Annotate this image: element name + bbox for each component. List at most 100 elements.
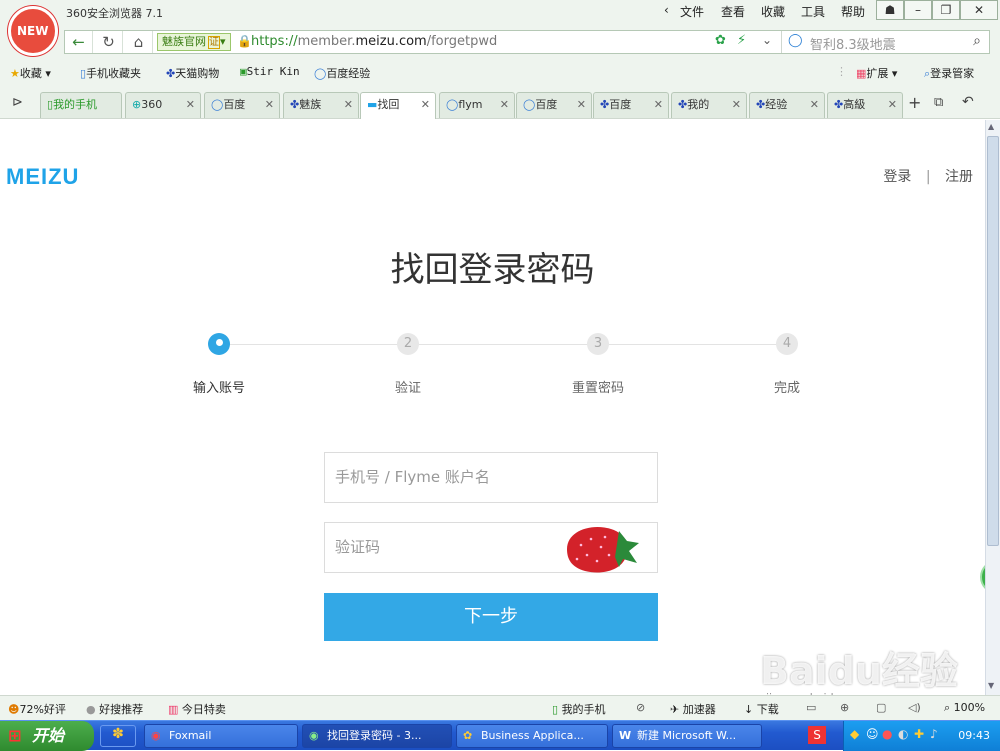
bookmark-baidu-jingyan[interactable]: ◯百度经验 — [314, 65, 370, 81]
browser-ie-icon[interactable]: ⊕ — [840, 701, 849, 714]
sidebar-toggle-icon[interactable]: ⊳ — [12, 95, 23, 110]
menu-favorites[interactable]: 收藏 — [761, 3, 785, 20]
history-icon[interactable]: ⊘ — [636, 701, 645, 714]
start-button[interactable]: ⊞ 开始 — [0, 721, 94, 751]
scroll-up-icon[interactable]: ▲ — [988, 122, 994, 131]
login-link[interactable]: 登录 — [883, 169, 911, 185]
tab-360[interactable]: ⊕360 ✕ — [125, 92, 201, 118]
login-manager-button[interactable]: ⌕登录管家 — [924, 65, 974, 81]
lightning-icon[interactable]: ⚡ — [737, 33, 746, 48]
app-icon: ✿ — [463, 729, 473, 742]
tray-icon[interactable]: ◐ — [898, 727, 908, 741]
extensions-button[interactable]: ▦扩展 ▾ — [856, 65, 897, 81]
zoom-item[interactable]: ⌕ 100% — [944, 701, 985, 715]
meizu-logo[interactable]: MEIZU — [6, 164, 79, 190]
tab-close-icon[interactable]: ✕ — [577, 93, 586, 117]
tab-close-icon[interactable]: ✕ — [888, 93, 897, 117]
window-icon[interactable]: ▢ — [876, 701, 886, 714]
tab-advanced[interactable]: ✤高級 ✕ — [827, 92, 903, 118]
menu-file[interactable]: 文件 — [680, 3, 704, 20]
undo-close-icon[interactable]: ↶ — [962, 94, 974, 110]
tab-close-icon[interactable]: ✕ — [344, 93, 353, 117]
bookmark-mobile[interactable]: ▯手机收藏夹 — [80, 65, 141, 81]
close-window-button[interactable]: ✕ — [960, 0, 998, 20]
volume-icon[interactable]: ♪ — [930, 727, 938, 741]
tab-strip: ⊳ ▯我的手机 ⊕360 ✕ ◯百度 ✕ ✤魅族 ✕ ▬找回 ✕ ◯flym ✕ ◯百度 ✕… — [0, 89, 1000, 119]
minimize-button[interactable]: – — [904, 0, 932, 20]
scroll-down-icon[interactable]: ▼ — [988, 681, 994, 690]
download-item[interactable]: ↓ 下载 — [744, 701, 779, 717]
tab-meizu[interactable]: ✤魅族 ✕ — [283, 92, 359, 118]
home-icon[interactable]: ⌂ — [125, 31, 153, 53]
tab-flyme[interactable]: ◯flym ✕ — [439, 92, 515, 118]
tab-forgetpwd[interactable]: ▬找回 ✕ — [360, 92, 436, 119]
bookmark-tmall[interactable]: ✤天猫购物 — [166, 65, 219, 81]
tab-baidu[interactable]: ◯百度 ✕ — [204, 92, 280, 118]
tray-icon[interactable]: ☺ — [866, 727, 879, 741]
captcha-input[interactable]: 验证码 — [324, 522, 658, 573]
captcha-image[interactable] — [561, 519, 641, 577]
account-input[interactable]: 手机号 / Flyme 账户名 — [324, 452, 658, 503]
watermark-text: Baidu经验 — [760, 649, 958, 693]
task-business[interactable]: ✿ Business Applica... — [456, 724, 608, 748]
site-identity-badge[interactable]: 魅族官网 证▾ — [157, 33, 231, 51]
dropdown-chevron-icon[interactable]: ⌄ — [762, 33, 772, 47]
rating-item[interactable]: ☻72%好评 — [8, 701, 66, 717]
input-method-icon[interactable]: S — [808, 726, 826, 744]
task-browser[interactable]: ◉ 找回登录密码 - 3... — [302, 724, 452, 748]
next-step-button[interactable]: 下一步 — [324, 593, 658, 641]
tab-baidu[interactable]: ✤百度 ✕ — [593, 92, 669, 118]
search-icon[interactable]: ⌕ — [973, 33, 981, 49]
accelerator-item[interactable]: ✈ 加速器 — [670, 701, 716, 717]
menu-tools[interactable]: 工具 — [801, 3, 825, 20]
speed-icon[interactable]: ✿ — [715, 33, 726, 48]
url-scheme: https:// — [251, 34, 298, 49]
scrollbar-thumb[interactable] — [987, 136, 999, 546]
bookmark-stirkin[interactable]: ▣Stir Kin — [240, 65, 300, 78]
back-icon[interactable]: ← — [65, 31, 93, 53]
new-tab-icon[interactable]: + — [908, 93, 921, 112]
screenshot-icon[interactable]: ▭ — [806, 701, 816, 714]
task-label: 新建 Microsoft W... — [637, 729, 737, 742]
bookmark-favorites[interactable]: ★收藏 ▾ — [10, 65, 51, 81]
url-text[interactable]: https://member.meizu.com/forgetpwd — [251, 34, 497, 49]
tab-close-icon[interactable]: ✕ — [421, 93, 430, 117]
browser-logo[interactable]: NEW — [8, 6, 58, 56]
tray-icon[interactable]: ✚ — [914, 727, 924, 741]
search-input-text[interactable]: 智利8.3级地震 — [810, 34, 896, 53]
search-box[interactable]: ◯ 智利8.3级地震 ⌕ — [781, 31, 989, 53]
recommend-item[interactable]: ● 好搜推荐 — [86, 701, 143, 717]
star-icon: ★ — [10, 67, 20, 80]
tab-my-phone[interactable]: ▯我的手机 — [40, 92, 122, 118]
restore-tab-icon[interactable]: ⧉ — [934, 95, 943, 110]
my-phone-item[interactable]: ▯ 我的手机 — [552, 701, 606, 717]
menu-view[interactable]: 查看 — [721, 3, 745, 20]
volume-icon[interactable]: ◁) — [908, 701, 921, 714]
system-tray: ◆ ☺ ● ◐ ✚ ♪ 09:43 — [843, 721, 1000, 751]
register-link[interactable]: 注册 — [945, 169, 973, 185]
maximize-button[interactable]: ❐ — [932, 0, 960, 20]
menu-help[interactable]: 帮助 — [841, 3, 865, 20]
menu-prev-icon[interactable]: ‹ — [664, 3, 669, 17]
skin-icon[interactable]: ☗ — [876, 0, 904, 20]
tab-close-icon[interactable]: ✕ — [810, 93, 819, 117]
tab-label: 百度 — [223, 98, 246, 111]
tab-mine[interactable]: ✤我的 ✕ — [671, 92, 747, 118]
tab-jingyan[interactable]: ✤经验 ✕ — [749, 92, 825, 118]
vertical-scrollbar[interactable]: ▲ ▼ — [985, 120, 1000, 695]
tab-close-icon[interactable]: ✕ — [500, 93, 509, 117]
tray-icon[interactable]: ◆ — [850, 727, 859, 741]
task-word[interactable]: W 新建 Microsoft W... — [612, 724, 762, 748]
tab-close-icon[interactable]: ✕ — [732, 93, 741, 117]
search-engine-icon[interactable]: ◯ — [788, 33, 803, 48]
tab-baidu[interactable]: ◯百度 ✕ — [516, 92, 592, 118]
task-foxmail[interactable]: ◉ Foxmail — [144, 724, 298, 748]
deals-item[interactable]: ▥ 今日特卖 — [168, 701, 226, 717]
tray-icon[interactable]: ● — [882, 727, 892, 741]
address-bar[interactable]: ← ↻ ⌂ 魅族官网 证▾ 🔒 https://member.meizu.com/… — [64, 30, 990, 54]
tab-close-icon[interactable]: ✕ — [186, 93, 195, 117]
tab-close-icon[interactable]: ✕ — [265, 93, 274, 117]
tab-close-icon[interactable]: ✕ — [654, 93, 663, 117]
refresh-icon[interactable]: ↻ — [95, 31, 123, 53]
quicklaunch-icon[interactable]: ✽ — [100, 725, 136, 747]
